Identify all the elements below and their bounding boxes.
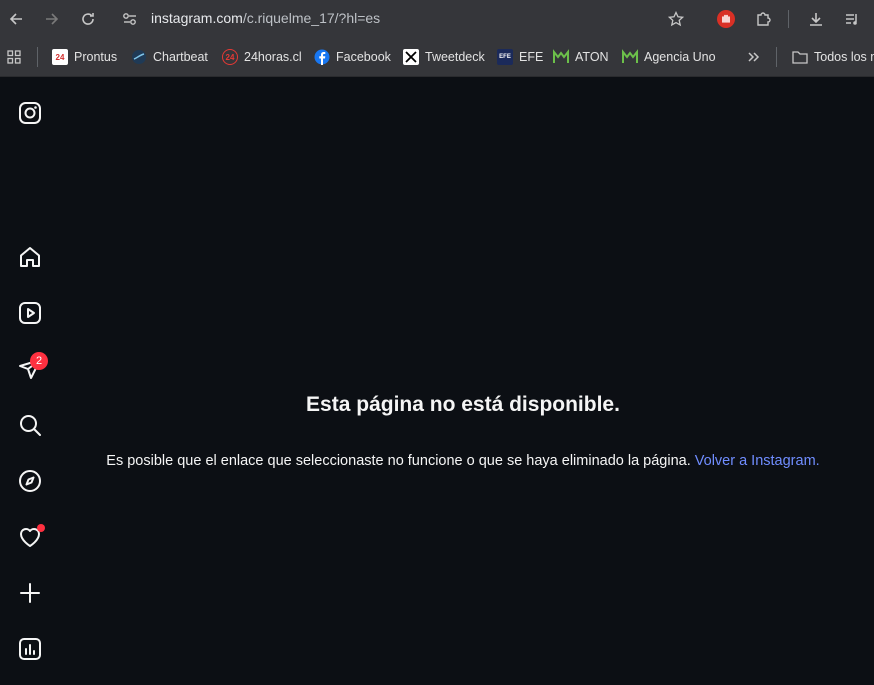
prontus-icon: 24 [52, 49, 68, 65]
downloads-button[interactable] [804, 7, 828, 31]
bookmark-aton[interactable]: ATON [553, 48, 609, 66]
aton-icon [553, 49, 569, 65]
bookmark-label: Agencia Uno [644, 50, 716, 64]
search-icon [20, 415, 41, 436]
address-bar[interactable]: instagram.com/c.riquelme_17/?hl=es [151, 10, 380, 26]
url-host: instagram.com [151, 10, 243, 26]
apps-grid-icon [7, 50, 21, 64]
bookmark-agencia-uno[interactable]: Agencia Uno [622, 48, 716, 66]
facebook-icon [314, 49, 330, 65]
nav-reels[interactable] [17, 300, 43, 326]
nav-home[interactable] [17, 244, 43, 270]
playlist-icon [846, 14, 857, 25]
bookmark-label: 24horas.cl [244, 50, 302, 64]
browser-toolbar: instagram.com/c.riquelme_17/?hl=es [0, 0, 874, 38]
tune-icon [123, 13, 136, 25]
bookmark-prontus[interactable]: 24 Prontus [52, 48, 117, 66]
nav-dashboard[interactable] [17, 636, 43, 662]
bookmarks-separator [776, 47, 777, 67]
extensions-button[interactable] [751, 7, 775, 31]
plus-icon [20, 583, 40, 603]
bar-chart-icon [19, 638, 41, 660]
chartbeat-icon [131, 49, 147, 65]
24horas-icon: 24 [222, 49, 238, 65]
notification-dot [37, 524, 45, 532]
bookmark-folder-label: Todos los m [814, 50, 874, 64]
back-to-instagram-link[interactable]: Volver a Instagram. [695, 453, 820, 469]
bookmark-chartbeat[interactable]: Chartbeat [131, 48, 208, 66]
nav-search[interactable] [17, 412, 43, 438]
more-bookmarks-button[interactable] [746, 48, 760, 66]
home-icon [20, 247, 40, 267]
star-icon [668, 11, 684, 27]
download-icon [810, 13, 822, 26]
reels-icon [19, 302, 41, 324]
error-message: Es posible que el enlace que seleccionas… [60, 453, 866, 469]
bookmark-star-button[interactable] [664, 7, 688, 31]
reload-button[interactable] [76, 7, 100, 31]
page-title: Esta página no está disponible. [306, 393, 620, 416]
efe-icon: EFE [497, 49, 513, 65]
arrow-left-icon [9, 13, 22, 25]
apps-button[interactable] [6, 48, 22, 66]
all-bookmarks-folder[interactable]: Todos los m [792, 48, 874, 66]
bookmark-label: ATON [575, 50, 609, 64]
site-info-button[interactable] [118, 8, 142, 30]
instagram-icon [19, 102, 41, 124]
bookmarks-separator [37, 47, 38, 67]
error-message-text: Es posible que el enlace que seleccionas… [106, 453, 695, 469]
compass-icon [19, 470, 41, 492]
arrow-right-icon [46, 13, 59, 25]
url-path: /c.riquelme_17/?hl=es [242, 10, 381, 26]
bookmark-label: Chartbeat [153, 50, 208, 64]
bookmark-tweetdeck[interactable]: Tweetdeck [403, 48, 485, 66]
bookmarks-bar: 24 Prontus Chartbeat 24 24horas.cl Faceb… [0, 38, 874, 77]
forward-button[interactable] [40, 7, 64, 31]
notification-count-badge: 2 [30, 352, 48, 370]
back-button[interactable] [4, 7, 28, 31]
bookmark-label: Facebook [336, 50, 391, 64]
bookmark-label: EFE [519, 50, 544, 64]
puzzle-icon [757, 12, 771, 26]
instagram-logo-link[interactable] [17, 100, 43, 126]
nav-explore[interactable] [17, 468, 43, 494]
folder-icon [792, 49, 808, 65]
chevron-double-right-icon [748, 52, 760, 62]
extension-stop-button[interactable] [714, 7, 738, 31]
bookmark-facebook[interactable]: Facebook [314, 48, 391, 66]
x-icon [403, 49, 419, 65]
reload-icon [82, 13, 94, 25]
toolbar-separator [788, 10, 789, 28]
agencia-uno-icon [622, 49, 638, 65]
nav-create[interactable] [17, 580, 43, 606]
media-controls-button[interactable] [840, 7, 864, 31]
bookmark-label: Tweetdeck [425, 50, 485, 64]
bookmark-label: Prontus [74, 50, 118, 64]
bookmark-efe[interactable]: EFE EFE [497, 48, 543, 66]
bookmark-24horas[interactable]: 24 24horas.cl [222, 48, 302, 66]
stop-hand-icon [717, 10, 735, 28]
